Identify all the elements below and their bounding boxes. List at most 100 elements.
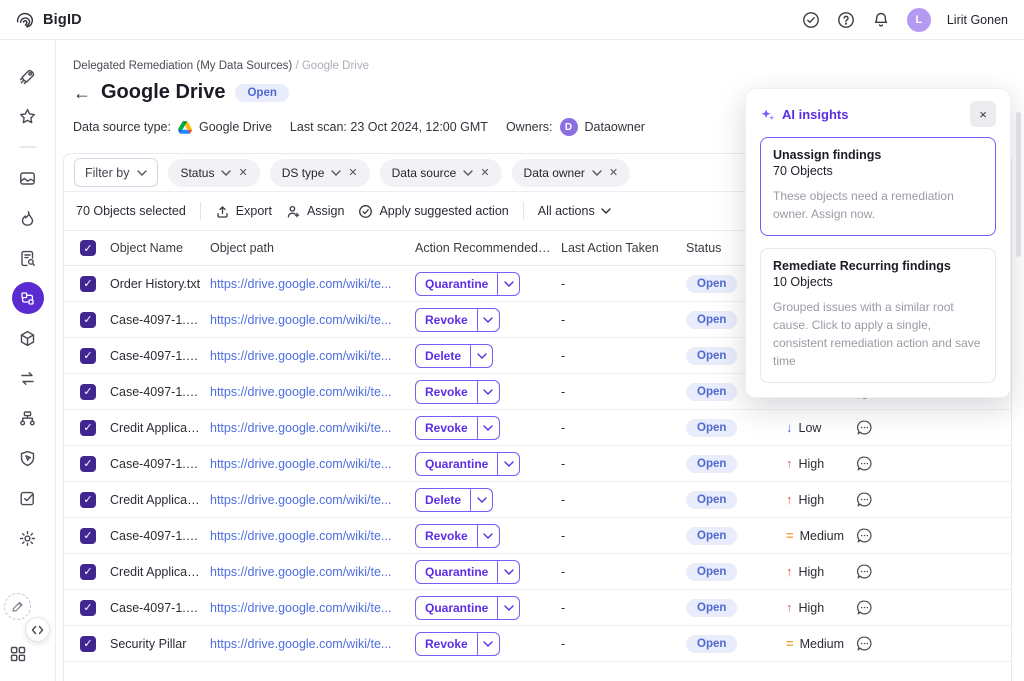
object-path-link[interactable]: https://drive.google.com/wiki/te... xyxy=(210,637,391,651)
filter-by-dropdown[interactable]: Filter by xyxy=(74,158,158,187)
object-path-link[interactable]: https://drive.google.com/wiki/te... xyxy=(210,421,391,435)
comment-dots-icon[interactable] xyxy=(856,599,1003,616)
chevron-down-icon[interactable] xyxy=(470,489,492,511)
apps-grid-icon[interactable] xyxy=(9,645,27,663)
chevron-down-icon[interactable] xyxy=(477,633,499,655)
notifications-bell-icon[interactable] xyxy=(872,10,891,29)
chevron-down-icon[interactable] xyxy=(497,561,519,583)
col-object-name[interactable]: Object Name xyxy=(110,241,210,255)
ai-insight-card[interactable]: Unassign findings 70 Objects These objec… xyxy=(760,137,996,236)
row-checkbox[interactable]: ✓ xyxy=(80,600,96,616)
action-recommended-button[interactable]: Revoke xyxy=(415,416,500,440)
breadcrumb-parent[interactable]: Delegated Remediation (My Data Sources) xyxy=(73,60,292,72)
scrollbar[interactable] xyxy=(1016,112,1021,257)
filter-chip-data-source[interactable]: Data source✕ xyxy=(380,159,502,187)
action-recommended-button[interactable]: Revoke xyxy=(415,308,500,332)
sidebar-item-remediation-active[interactable] xyxy=(12,282,44,314)
back-button[interactable]: ← xyxy=(73,84,91,102)
image-icon[interactable] xyxy=(18,168,38,188)
flame-icon[interactable] xyxy=(18,208,38,228)
row-checkbox[interactable]: ✓ xyxy=(80,312,96,328)
star-icon[interactable] xyxy=(18,106,38,126)
filter-chip-status[interactable]: Status✕ xyxy=(168,159,259,187)
chevron-down-icon[interactable] xyxy=(477,309,499,331)
chevron-down-icon[interactable] xyxy=(497,597,519,619)
comment-dots-icon[interactable] xyxy=(856,635,1003,652)
apply-suggested-action-button[interactable]: Apply suggested action xyxy=(358,204,508,219)
select-all-checkbox[interactable]: ✓ xyxy=(80,240,96,256)
report-search-icon[interactable] xyxy=(18,248,38,268)
comment-dots-icon[interactable] xyxy=(856,491,1003,508)
object-path-link[interactable]: https://drive.google.com/wiki/te... xyxy=(210,529,391,543)
chevron-down-icon xyxy=(504,281,514,287)
action-recommended-button[interactable]: Revoke xyxy=(415,524,500,548)
chevron-down-icon[interactable] xyxy=(497,453,519,475)
shield-pointer-icon[interactable] xyxy=(18,448,38,468)
row-checkbox[interactable]: ✓ xyxy=(80,528,96,544)
rocket-icon[interactable] xyxy=(18,66,38,86)
col-last-action[interactable]: Last Action Taken xyxy=(561,241,686,255)
object-path-link[interactable]: https://drive.google.com/wiki/te... xyxy=(210,601,391,615)
object-path-link[interactable]: https://drive.google.com/wiki/te... xyxy=(210,385,391,399)
transfer-arrows-icon[interactable] xyxy=(18,368,38,388)
remove-filter-icon[interactable]: ✕ xyxy=(348,166,357,179)
settings-gear-icon[interactable] xyxy=(18,528,38,548)
remove-filter-icon[interactable]: ✕ xyxy=(609,166,618,179)
filter-chip-ds-type[interactable]: DS type✕ xyxy=(270,159,370,187)
row-checkbox[interactable]: ✓ xyxy=(80,384,96,400)
chevron-down-icon[interactable] xyxy=(477,417,499,439)
object-path-link[interactable]: https://drive.google.com/wiki/te... xyxy=(210,457,391,471)
action-label: Revoke xyxy=(416,417,477,439)
object-path-link[interactable]: https://drive.google.com/wiki/te... xyxy=(210,493,391,507)
hierarchy-icon[interactable] xyxy=(18,408,38,428)
user-avatar[interactable]: L xyxy=(907,8,931,32)
row-checkbox[interactable]: ✓ xyxy=(80,348,96,364)
user-name[interactable]: Lirit Gonen xyxy=(947,13,1008,27)
row-checkbox[interactable]: ✓ xyxy=(80,420,96,436)
help-icon[interactable] xyxy=(837,10,856,29)
chevron-down-icon[interactable] xyxy=(477,525,499,547)
row-checkbox[interactable]: ✓ xyxy=(80,276,96,292)
row-checkbox[interactable]: ✓ xyxy=(80,492,96,508)
row-checkbox[interactable]: ✓ xyxy=(80,564,96,580)
owner-avatar: D xyxy=(560,118,578,136)
col-object-path[interactable]: Object path xyxy=(210,241,415,255)
remove-filter-icon[interactable]: ✕ xyxy=(480,166,489,179)
edit-pencil-icon[interactable] xyxy=(4,593,31,620)
row-checkbox[interactable]: ✓ xyxy=(80,636,96,652)
assign-button[interactable]: Assign xyxy=(286,204,345,219)
action-recommended-button[interactable]: Quarantine xyxy=(415,272,520,296)
close-icon[interactable]: × xyxy=(970,101,996,127)
comment-dots-icon[interactable] xyxy=(856,527,1003,544)
action-recommended-button[interactable]: Revoke xyxy=(415,380,500,404)
row-checkbox[interactable]: ✓ xyxy=(80,456,96,472)
ai-insight-card[interactable]: Remediate Recurring findings 10 Objects … xyxy=(760,248,996,383)
system-status-icon[interactable] xyxy=(802,10,821,29)
col-action-recommended[interactable]: Action Recommended xyxy=(415,241,561,255)
remove-filter-icon[interactable]: ✕ xyxy=(238,166,247,179)
action-recommended-button[interactable]: Quarantine xyxy=(415,596,520,620)
chevron-down-icon[interactable] xyxy=(470,345,492,367)
cube-icon[interactable] xyxy=(18,328,38,348)
severity: ↑High xyxy=(786,492,848,507)
comment-dots-icon[interactable] xyxy=(856,563,1003,580)
action-recommended-button[interactable]: Delete xyxy=(415,488,493,512)
export-button[interactable]: Export xyxy=(215,204,272,219)
action-recommended-button[interactable]: Revoke xyxy=(415,632,500,656)
action-recommended-button[interactable]: Quarantine xyxy=(415,560,520,584)
chevron-down-icon[interactable] xyxy=(477,381,499,403)
filter-chip-data-owner[interactable]: Data owner✕ xyxy=(512,159,631,187)
comment-dots-icon[interactable] xyxy=(856,455,1003,472)
all-actions-dropdown[interactable]: All actions xyxy=(538,204,611,218)
task-check-icon[interactable] xyxy=(18,488,38,508)
action-recommended-button[interactable]: Quarantine xyxy=(415,452,520,476)
object-path-link[interactable]: https://drive.google.com/wiki/te... xyxy=(210,349,391,363)
chevron-down-icon[interactable] xyxy=(497,273,519,295)
action-recommended-button[interactable]: Delete xyxy=(415,344,493,368)
collapse-chevrons-icon[interactable] xyxy=(25,617,50,642)
selected-count: 70 Objects selected xyxy=(76,204,186,218)
comment-dots-icon[interactable] xyxy=(856,419,1003,436)
object-path-link[interactable]: https://drive.google.com/wiki/te... xyxy=(210,565,391,579)
object-path-link[interactable]: https://drive.google.com/wiki/te... xyxy=(210,277,391,291)
object-path-link[interactable]: https://drive.google.com/wiki/te... xyxy=(210,313,391,327)
